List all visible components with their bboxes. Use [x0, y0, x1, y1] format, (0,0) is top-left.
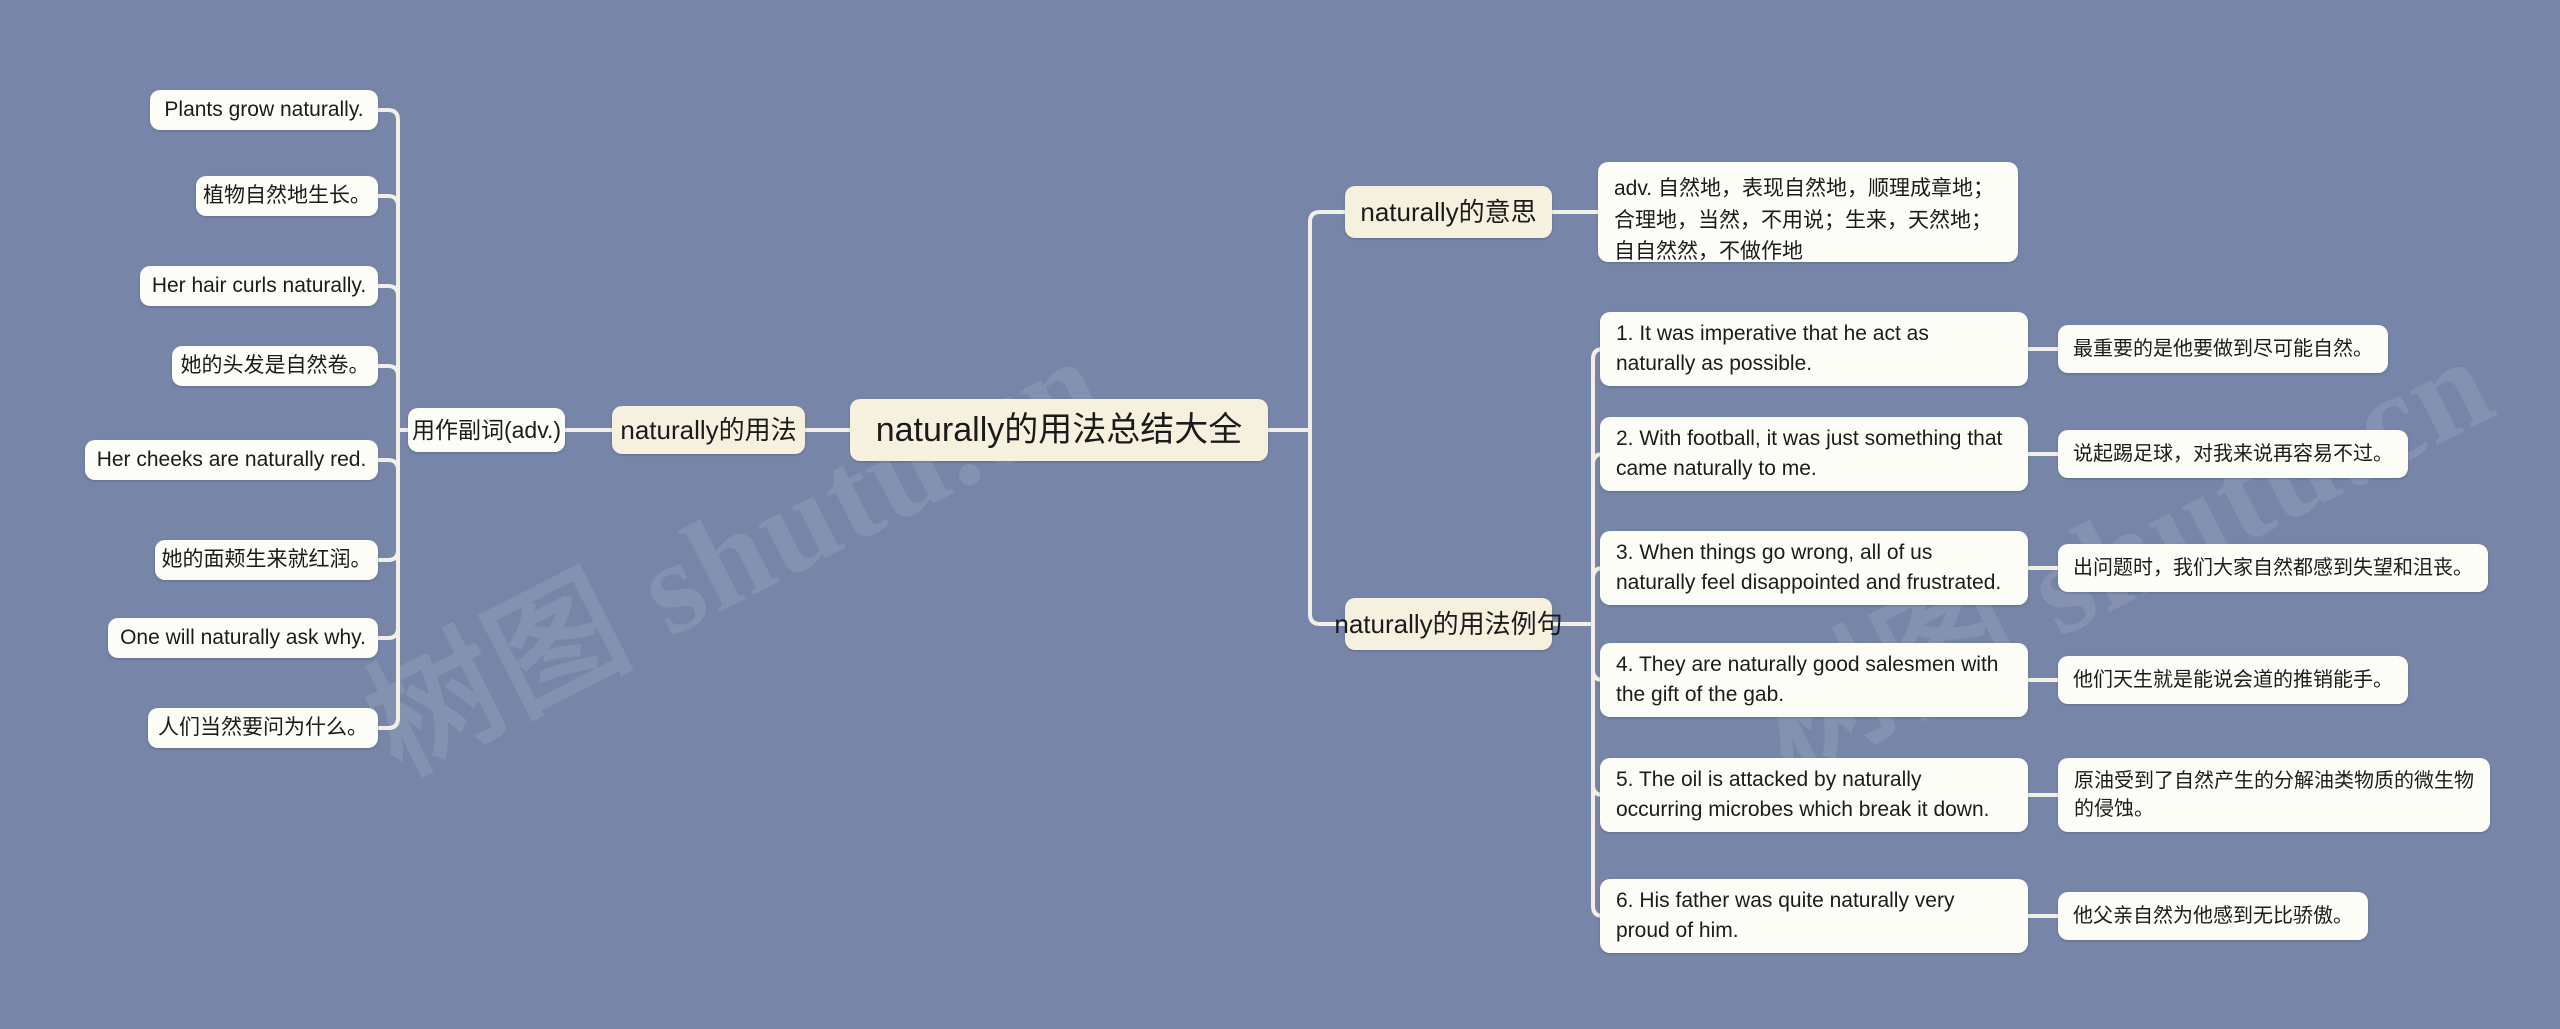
node-naturally-usage[interactable]: naturally的用法 [612, 406, 805, 454]
leaf-label: Her hair curls naturally. [151, 274, 367, 298]
list-item[interactable]: 出问题时，我们大家自然都感到失望和沮丧。 [2058, 544, 2488, 592]
list-item[interactable]: 2. With football, it was just something … [1600, 417, 2028, 491]
list-item[interactable]: 她的头发是自然卷。 [172, 346, 378, 386]
connector-layer [376, 108, 2060, 918]
sentence-zh: 原油受到了自然产生的分解油类物质的微生物的侵蚀。 [2074, 769, 2474, 820]
leaf-label: Her cheeks are naturally red. [96, 448, 367, 472]
list-item[interactable]: Plants grow naturally. [150, 90, 378, 130]
node-naturally-meaning[interactable]: naturally的意思 [1345, 186, 1552, 238]
list-item[interactable]: 人们当然要问为什么。 [148, 708, 378, 748]
node-label: naturally的用法 [620, 414, 797, 445]
mindmap-canvas: 树图 shutu.cn 树图 shutu.cn Plants grow natu… [0, 0, 2560, 1029]
watermark-left: 树图 shutu.cn [345, 307, 1125, 802]
sentence-zh: 说起踢足球，对我来说再容易不过。 [2073, 442, 2393, 465]
node-label: 用作副词(adv.) [411, 416, 562, 443]
sentence-en: 4. They are naturally good salesmen with… [1616, 653, 1999, 706]
page-title[interactable]: naturally的用法总结大全 [850, 399, 1268, 461]
sentence-en: 5. The oil is attacked by naturally occu… [1616, 768, 1990, 821]
leaf-label: 她的头发是自然卷。 [180, 354, 370, 378]
leaf-label: 她的面颊生来就红润。 [161, 548, 372, 572]
definition-box[interactable]: adv. 自然地，表现自然地，顺理成章地；合理地，当然，不用说；生来，天然地；自… [1598, 162, 2018, 263]
list-item[interactable]: 1. It was imperative that he act as natu… [1600, 312, 2028, 386]
list-item[interactable]: 原油受到了自然产生的分解油类物质的微生物的侵蚀。 [2058, 758, 2490, 832]
list-item[interactable]: 她的面颊生来就红润。 [155, 540, 378, 580]
sentence-zh: 出问题时，我们大家自然都感到失望和沮丧。 [2073, 556, 2473, 579]
sentence-zh: 他们天生就是能说会道的推销能手。 [2073, 668, 2393, 691]
root-label: naturally的用法总结大全 [875, 410, 1243, 449]
sentence-zh: 最重要的是他要做到尽可能自然。 [2073, 337, 2373, 360]
list-item[interactable]: 最重要的是他要做到尽可能自然。 [2058, 325, 2388, 373]
list-item[interactable]: 4. They are naturally good salesmen with… [1600, 643, 2028, 717]
list-item[interactable]: 3. When things go wrong, all of us natur… [1600, 531, 2028, 605]
leaf-label: One will naturally ask why. [120, 626, 366, 650]
list-item[interactable]: Her cheeks are naturally red. [85, 440, 378, 480]
leaf-label: 植物自然地生长。 [203, 184, 371, 208]
sentence-en: 3. When things go wrong, all of us natur… [1616, 541, 2002, 594]
list-item[interactable]: 6. His father was quite naturally very p… [1600, 879, 2028, 953]
list-item[interactable]: Her hair curls naturally. [140, 266, 378, 306]
list-item[interactable]: 他父亲自然为他感到无比骄傲。 [2058, 892, 2368, 940]
sentence-en: 6. His father was quite naturally very p… [1616, 889, 1955, 942]
node-label: naturally的意思 [1360, 196, 1537, 227]
list-item[interactable]: One will naturally ask why. [108, 618, 378, 658]
list-item[interactable]: 5. The oil is attacked by naturally occu… [1600, 758, 2028, 832]
definition-text: adv. 自然地，表现自然地，顺理成章地；合理地，当然，不用说；生来，天然地；自… [1614, 177, 1994, 263]
list-item[interactable]: 植物自然地生长。 [196, 176, 378, 216]
sentence-en: 2. With football, it was just something … [1616, 427, 2003, 480]
sentence-zh: 他父亲自然为他感到无比骄傲。 [2073, 904, 2353, 927]
list-item[interactable]: 他们天生就是能说会道的推销能手。 [2058, 656, 2408, 704]
node-label: naturally的用法例句 [1334, 608, 1563, 639]
leaf-label: Plants grow naturally. [164, 98, 364, 122]
node-naturally-sentences[interactable]: naturally的用法例句 [1334, 598, 1563, 650]
node-adverb-usage[interactable]: 用作副词(adv.) [408, 408, 565, 452]
sentence-en: 1. It was imperative that he act as natu… [1616, 322, 1929, 375]
leaf-label: 人们当然要问为什么。 [158, 716, 368, 740]
list-item[interactable]: 说起踢足球，对我来说再容易不过。 [2058, 430, 2408, 478]
